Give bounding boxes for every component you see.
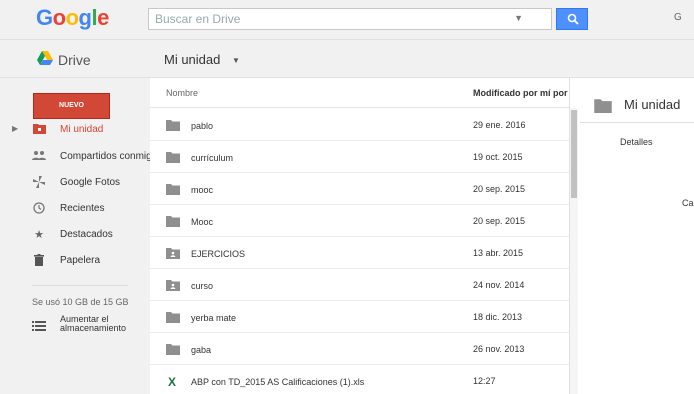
folder-icon	[594, 99, 612, 113]
folder-icon	[166, 120, 180, 131]
sidebar-item-starred[interactable]: ★ Destacados	[0, 225, 150, 245]
file-name: yerba mate	[191, 313, 237, 323]
logo-letter: o	[52, 5, 66, 30]
chevron-down-icon[interactable]: ▼	[514, 13, 523, 23]
star-icon: ★	[34, 229, 44, 241]
folder-icon	[166, 344, 180, 355]
breadcrumb[interactable]: Mi unidad	[164, 52, 220, 67]
logo-letter: G	[36, 5, 53, 30]
file-row[interactable]: gaba 26 nov. 2013	[150, 333, 569, 365]
file-date: 20 sep. 2015	[473, 184, 526, 194]
details-title: Mi unidad	[624, 97, 681, 112]
storage-usage: Se usó 10 GB de 15 GB	[32, 297, 129, 307]
file-date: 12:27	[473, 376, 496, 386]
people-icon	[32, 150, 46, 164]
divider	[580, 122, 694, 123]
google-logo[interactable]: Google	[36, 5, 109, 31]
tab-details[interactable]: Detalles	[620, 137, 653, 147]
column-header-name[interactable]: Nombre	[166, 88, 198, 98]
account-name[interactable]: G	[674, 12, 682, 23]
logo-letter: e	[97, 5, 109, 30]
sidebar-item-label: Destacados	[60, 229, 113, 240]
file-row[interactable]: Mooc 20 sep. 2015	[150, 205, 569, 237]
file-name: Mooc	[191, 217, 214, 227]
file-date: 13 abr. 2015	[473, 248, 524, 258]
new-button[interactable]: NUEVO	[33, 93, 110, 119]
sidebar-item-label: Papelera	[60, 255, 101, 266]
shared-folder-icon	[166, 280, 180, 291]
clock-icon	[32, 202, 46, 216]
sidebar-item-my-drive[interactable]: ▶ Mi unidad	[0, 120, 150, 140]
sidebar-item-trash[interactable]: Papelera	[0, 251, 150, 271]
search-input[interactable]: Buscar en Drive ▼	[148, 8, 552, 30]
trash-icon	[32, 254, 46, 268]
list-header: Nombre Modificado por mí por ú	[150, 78, 569, 108]
file-name: pablo	[191, 121, 214, 131]
details-panel: Mi unidad Detalles Ca	[580, 78, 694, 394]
file-date: 24 nov. 2014	[473, 280, 525, 290]
folder-icon	[166, 152, 180, 163]
app-label[interactable]: Drive	[58, 52, 91, 68]
file-list: Nombre Modificado por mí por ú pablo 29 …	[150, 78, 570, 394]
folder-icon	[166, 216, 180, 227]
scrollbar-thumb[interactable]	[571, 110, 577, 198]
file-row[interactable]: EJERCICIOS 13 abr. 2015	[150, 237, 569, 269]
sidebar-item-label: Recientes	[60, 203, 105, 214]
file-name: ABP con TD_2015 AS Calificaciones (1).xl…	[191, 377, 365, 387]
upgrade-line-2: almacenamiento	[60, 323, 127, 333]
file-date: 19 oct. 2015	[473, 152, 523, 162]
chevron-down-icon[interactable]: ▼	[232, 56, 240, 65]
file-name: mooc	[191, 185, 214, 195]
details-text: Ca	[682, 198, 694, 208]
file-name: currículum	[191, 153, 234, 163]
svg-text:X: X	[168, 375, 176, 387]
sidebar-item-photos[interactable]: Google Fotos	[0, 173, 150, 193]
file-date: 18 dic. 2013	[473, 312, 523, 322]
file-row[interactable]: mooc 20 sep. 2015	[150, 173, 569, 205]
sidebar-item-label: Compartidos conmigo	[60, 151, 158, 162]
file-row[interactable]: curso 24 nov. 2014	[150, 269, 569, 301]
excel-icon: X	[168, 375, 176, 387]
column-header-modified[interactable]: Modificado por mí por ú	[473, 88, 569, 98]
search-placeholder: Buscar en Drive	[155, 12, 241, 26]
file-name: curso	[191, 281, 214, 291]
file-row[interactable]: yerba mate 18 dic. 2013	[150, 301, 569, 333]
upgrade-label: Aumentar el almacenamiento	[60, 315, 150, 333]
folder-icon	[166, 312, 180, 323]
drive-folder-icon	[32, 123, 46, 137]
upgrade-storage-link[interactable]: Aumentar el almacenamiento	[32, 315, 150, 339]
sidebar-item-shared[interactable]: Compartidos conmigo	[0, 147, 157, 167]
folder-icon	[166, 184, 180, 195]
logo-letter: g	[78, 5, 92, 30]
search-icon	[567, 13, 579, 25]
divider	[32, 285, 128, 286]
file-date: 29 ene. 2016	[473, 120, 526, 130]
drive-header: Drive Mi unidad ▼	[0, 40, 694, 78]
sidebar-item-label: Mi unidad	[60, 124, 104, 135]
pinwheel-icon	[32, 176, 46, 190]
file-name: gaba	[191, 345, 212, 355]
file-row[interactable]: currículum 19 oct. 2015	[150, 141, 569, 173]
logo-letter: o	[65, 5, 79, 30]
sidebar: NUEVO ▶ Mi unidad Compartidos conmigo Go…	[0, 78, 157, 394]
shared-folder-icon	[166, 248, 180, 259]
file-date: 26 nov. 2013	[473, 344, 525, 354]
file-row[interactable]: pablo 29 ene. 2016	[150, 109, 569, 141]
expand-arrow-icon[interactable]: ▶	[12, 124, 18, 133]
list-icon	[32, 321, 46, 331]
top-bar: Google Buscar en Drive ▼ G	[0, 0, 694, 40]
file-name: EJERCICIOS	[191, 249, 246, 259]
sidebar-item-label: Google Fotos	[60, 177, 121, 188]
sidebar-item-recent[interactable]: Recientes	[0, 199, 150, 219]
file-date: 20 sep. 2015	[473, 216, 526, 226]
search-button[interactable]	[556, 8, 588, 30]
file-row[interactable]: X ABP con TD_2015 AS Calificaciones (1).…	[150, 365, 569, 394]
drive-logo-icon	[37, 51, 53, 65]
